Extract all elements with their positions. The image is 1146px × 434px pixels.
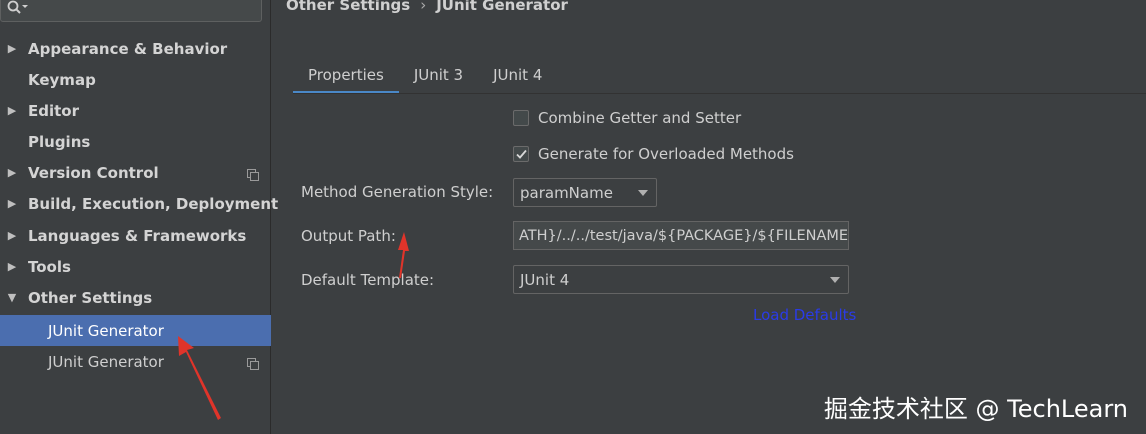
breadcrumb-separator-icon: › xyxy=(420,0,427,14)
generate-overloaded-option[interactable]: Generate for Overloaded Methods xyxy=(513,145,794,163)
expand-arrow-icon[interactable]: ▶ xyxy=(6,166,18,179)
checkmark-icon xyxy=(516,149,527,159)
generate-overloaded-checkbox[interactable] xyxy=(513,146,529,162)
sidebar-item-build-execution-deployment[interactable]: ▶ Build, Execution, Deployment xyxy=(0,188,278,219)
expand-arrow-icon[interactable]: ▶ xyxy=(6,197,18,210)
expand-arrow-icon[interactable]: ▶ xyxy=(6,260,18,273)
sidebar-item-label: Editor xyxy=(28,101,79,120)
tab-divider xyxy=(293,93,1146,94)
sidebar-item-label: Tools xyxy=(28,257,71,276)
sidebar-item-editor[interactable]: ▶ Editor xyxy=(0,95,271,126)
sidebar-item-version-control[interactable]: ▶ Version Control xyxy=(0,157,271,188)
sidebar-item-junit-generator[interactable]: JUnit Generator xyxy=(0,315,271,346)
sidebar-item-other-settings[interactable]: ▼ Other Settings xyxy=(0,282,271,313)
combine-getter-setter-checkbox[interactable] xyxy=(513,110,529,126)
tab-junit-3[interactable]: JUnit 3 xyxy=(399,58,478,92)
project-settings-icon xyxy=(247,356,259,370)
sidebar-item-plugins[interactable]: Plugins xyxy=(0,126,271,157)
sidebar-item-label: Appearance & Behavior xyxy=(28,39,228,58)
combine-getter-setter-option[interactable]: Combine Getter and Setter xyxy=(513,109,741,127)
method-generation-style-label: Method Generation Style: xyxy=(301,183,494,201)
output-path-value: ATH}/../../test/java/${PACKAGE}/${FILENA… xyxy=(519,227,849,244)
sidebar-item-label: JUnit Generator xyxy=(48,352,164,371)
sidebar-item-label: Build, Execution, Deployment xyxy=(28,194,279,213)
sidebar-item-label: JUnit Generator xyxy=(48,321,164,340)
breadcrumb-parent[interactable]: Other Settings xyxy=(286,0,410,14)
load-defaults-link[interactable]: Load Defaults xyxy=(753,306,856,324)
expand-arrow-icon[interactable]: ▶ xyxy=(6,104,18,117)
watermark: 掘金技术社区 @ TechLearn xyxy=(823,395,1128,423)
search-icon xyxy=(7,0,28,16)
tab-bar: Properties JUnit 3 JUnit 4 xyxy=(293,58,557,94)
chevron-down-icon xyxy=(830,277,840,283)
settings-sidebar: ▶ Appearance & Behavior Keymap ▶ Editor … xyxy=(0,0,278,434)
sidebar-item-keymap[interactable]: Keymap xyxy=(0,64,271,95)
sidebar-item-label: Plugins xyxy=(28,132,91,151)
output-path-label: Output Path: xyxy=(301,227,396,245)
search-field[interactable] xyxy=(0,0,262,22)
method-generation-style-value: paramName xyxy=(520,183,613,202)
sidebar-item-junit-generator-project[interactable]: JUnit Generator xyxy=(0,346,271,377)
sidebar-item-label: Languages & Frameworks xyxy=(28,226,247,245)
combine-getter-setter-label: Combine Getter and Setter xyxy=(538,109,742,127)
breadcrumb-current: JUnit Generator xyxy=(436,0,568,14)
method-generation-style-select[interactable]: paramName xyxy=(513,178,657,207)
expand-arrow-icon[interactable]: ▶ xyxy=(6,229,18,242)
breadcrumb: Other Settings › JUnit Generator xyxy=(286,0,568,14)
sidebar-item-label: Other Settings xyxy=(28,288,153,307)
tab-properties[interactable]: Properties xyxy=(293,58,399,94)
chevron-down-icon xyxy=(638,190,648,196)
expand-arrow-icon[interactable]: ▶ xyxy=(6,42,18,55)
sidebar-item-tools[interactable]: ▶ Tools xyxy=(0,251,271,282)
tab-junit-4[interactable]: JUnit 4 xyxy=(478,58,557,92)
project-settings-icon xyxy=(247,167,259,181)
collapse-arrow-icon[interactable]: ▼ xyxy=(6,291,18,304)
sidebar-item-appearance-behavior[interactable]: ▶ Appearance & Behavior xyxy=(0,33,271,64)
sidebar-item-label: Version Control xyxy=(28,163,159,182)
default-template-select[interactable]: JUnit 4 xyxy=(513,265,849,294)
generate-overloaded-label: Generate for Overloaded Methods xyxy=(538,145,794,163)
default-template-label: Default Template: xyxy=(301,271,435,289)
sidebar-item-languages-frameworks[interactable]: ▶ Languages & Frameworks xyxy=(0,220,271,251)
default-template-value: JUnit 4 xyxy=(520,270,570,289)
sidebar-item-label: Keymap xyxy=(28,70,96,89)
output-path-input[interactable]: ATH}/../../test/java/${PACKAGE}/${FILENA… xyxy=(513,221,849,250)
